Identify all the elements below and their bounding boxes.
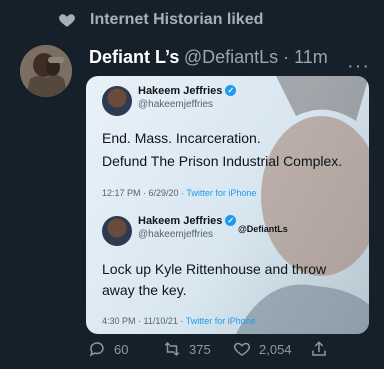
retweet-icon xyxy=(164,341,180,357)
card-handle: @hakeemjeffries xyxy=(138,99,213,110)
verified-icon: ✓ xyxy=(225,215,237,226)
tweet-actions: 60 375 2,054 xyxy=(88,340,372,362)
card-text-line: End. Mass. Incarceration. xyxy=(102,130,261,146)
tweet-header: Defiant L’s @DefiantLs · 11m xyxy=(89,47,328,68)
card-name: Hakeem Jeffries ✓ xyxy=(138,85,237,97)
card-handle: @hakeemjeffries xyxy=(138,229,213,240)
tweet-media[interactable]: Hakeem Jeffries ✓ @hakeemjeffries End. Ma… xyxy=(86,76,369,334)
reply-button[interactable]: 60 xyxy=(88,340,128,358)
reply-count: 60 xyxy=(114,341,129,357)
card-name: Hakeem Jeffries ✓ xyxy=(138,215,237,227)
share-button[interactable] xyxy=(310,340,336,358)
card-meta: 4:30 PM · 11/10/21 · Twitter for iPhone xyxy=(102,316,256,326)
like-button[interactable]: 2,054 xyxy=(233,340,292,358)
social-context-text[interactable]: Internet Historian liked xyxy=(90,11,263,29)
avatar-image xyxy=(20,45,72,97)
card-avatar xyxy=(102,86,132,116)
display-name[interactable]: Defiant L’s xyxy=(89,47,179,67)
card-avatar xyxy=(102,216,132,246)
verified-icon: ✓ xyxy=(225,85,237,96)
retweet-button[interactable]: 375 xyxy=(163,340,211,358)
card-meta: 12:17 PM · 6/29/20 · Twitter for iPhone xyxy=(102,188,257,198)
heart-icon xyxy=(59,14,75,27)
retweet-count: 375 xyxy=(189,341,211,357)
more-icon[interactable]: ··· xyxy=(347,55,370,78)
like-icon xyxy=(233,342,251,356)
card-text-line: Lock up Kyle Rittenhouse and throw xyxy=(102,261,327,277)
reply-icon xyxy=(89,342,104,357)
avatar[interactable] xyxy=(20,45,72,97)
watermark: @DefiantLs xyxy=(238,224,288,234)
share-icon xyxy=(312,341,326,356)
handle-and-time[interactable]: @DefiantLs · 11m xyxy=(184,47,328,67)
card-text-line: Defund The Prison Industrial Complex. xyxy=(102,153,343,169)
like-count: 2,054 xyxy=(259,341,292,357)
card-text-line: away the key. xyxy=(102,282,187,298)
